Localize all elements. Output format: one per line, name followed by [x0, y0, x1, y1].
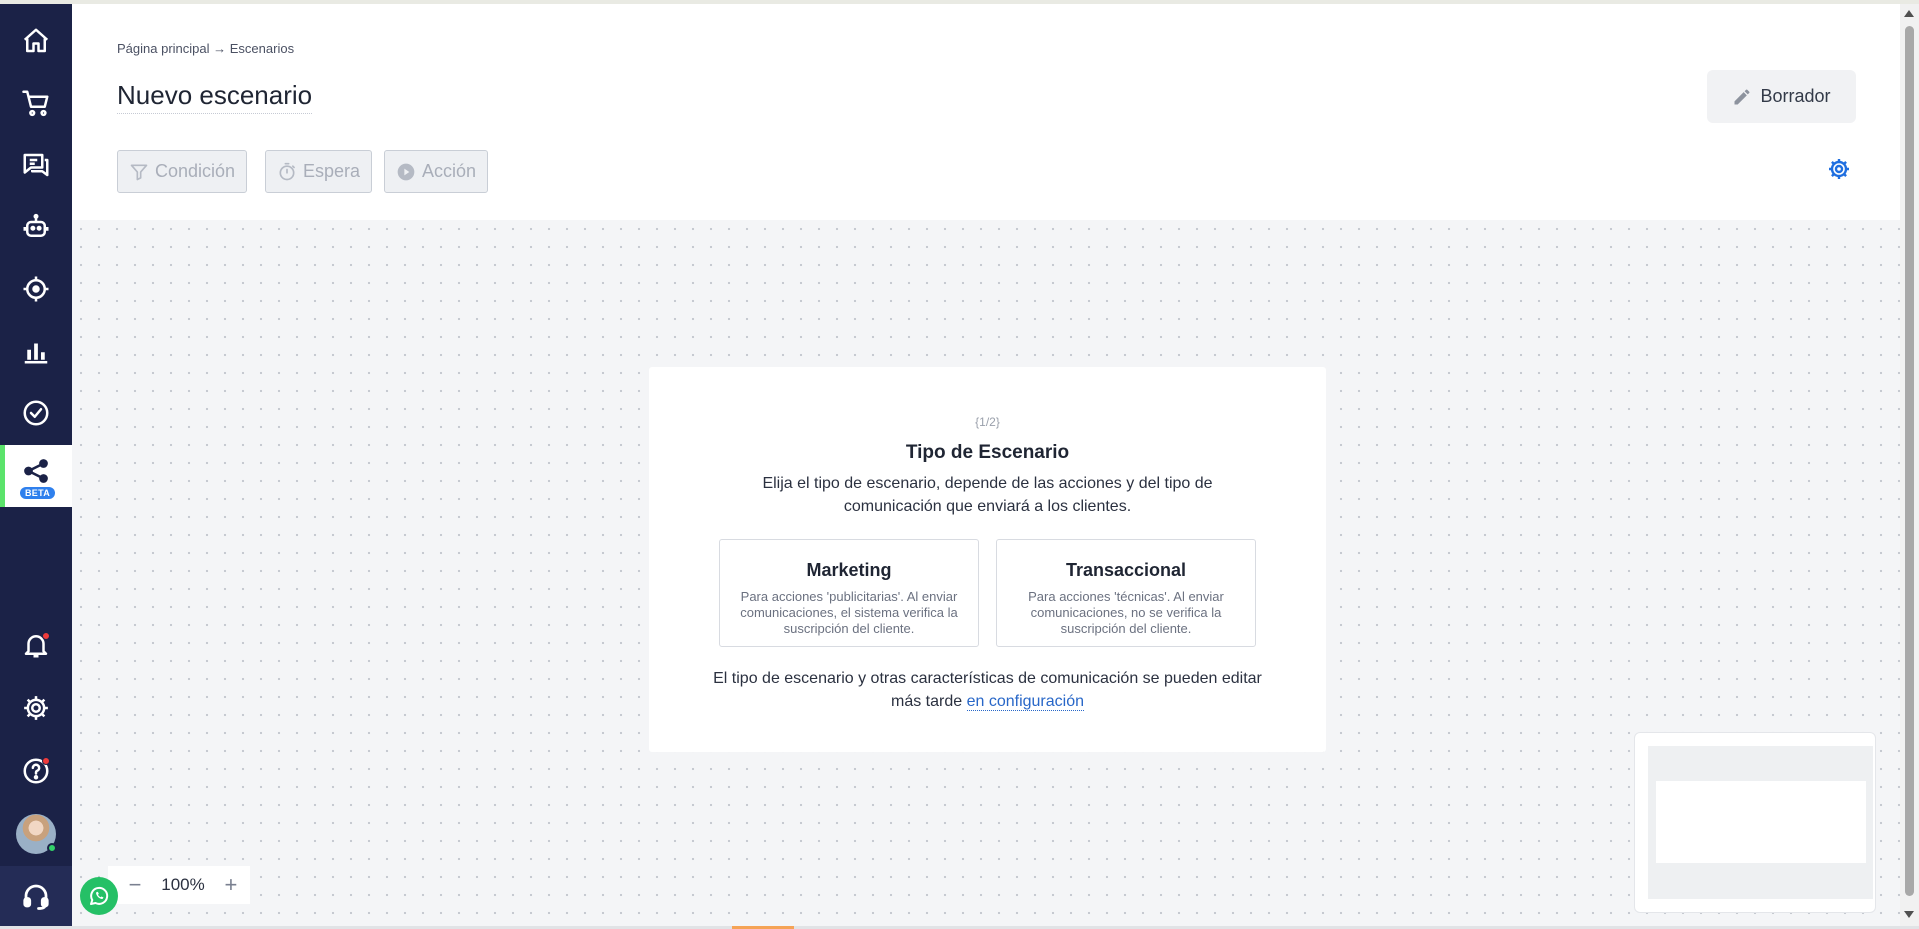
sidebar-item-home[interactable]	[0, 10, 72, 72]
zoom-level: 100%	[161, 875, 205, 894]
bot-icon	[23, 213, 49, 237]
home-icon	[23, 28, 49, 53]
scroll-up-arrow[interactable]	[1904, 10, 1914, 17]
check-circle-icon	[23, 400, 49, 426]
sidebar-item-help[interactable]	[0, 740, 72, 802]
marketing-option-card[interactable]: Marketing Para acciones 'publicitarias'.…	[719, 539, 979, 647]
zoom-in-button[interactable]: +	[220, 872, 242, 897]
sidebar-item-profile[interactable]	[0, 803, 72, 865]
condition-button[interactable]: Condición	[117, 150, 248, 193]
gear-icon	[24, 696, 48, 720]
wait-button[interactable]: Espera	[265, 150, 373, 193]
draft-button-label: Borrador	[1760, 86, 1831, 106]
wait-button-label: Espera	[303, 161, 361, 181]
transactional-title: Transaccional	[1065, 560, 1187, 580]
breadcrumb-home-link[interactable]: Página principal	[117, 41, 210, 56]
target-icon	[23, 276, 49, 302]
whatsapp-icon	[90, 886, 109, 905]
minimap-viewport[interactable]	[1656, 781, 1866, 863]
pencil-icon	[1734, 89, 1750, 104]
breadcrumb-current[interactable]: Escenarios	[230, 41, 294, 56]
online-status-dot	[47, 843, 57, 853]
sidebar-item-analytics[interactable]	[0, 320, 72, 382]
headset-icon	[23, 884, 49, 910]
sidebar: BETA	[0, 4, 72, 926]
avatar	[16, 814, 57, 854]
dialog-description: Elija el tipo de escenario, depende de l…	[762, 475, 1213, 515]
sidebar-item-bots[interactable]	[0, 196, 72, 258]
sidebar-item-notifications[interactable]	[0, 614, 72, 676]
sidebar-item-targeting[interactable]	[0, 258, 72, 320]
marketing-title: Marketing	[806, 560, 892, 580]
stopwatch-icon	[279, 162, 295, 180]
page-title[interactable]: Nuevo escenario	[117, 80, 313, 114]
play-circle-icon	[397, 163, 415, 180]
transactional-option-card[interactable]: Transaccional Para acciones 'técnicas'. …	[996, 539, 1256, 647]
draft-button[interactable]: Borrador	[1707, 70, 1856, 123]
sidebar-item-chats[interactable]	[0, 134, 72, 196]
dialog-footer-note: El tipo de escenario y otras característ…	[709, 667, 1266, 713]
sidebar-item-cart[interactable]	[0, 72, 72, 134]
filter-icon	[130, 164, 148, 180]
scroll-down-arrow[interactable]	[1904, 911, 1914, 918]
marketing-description: Para acciones 'publicitarias'. Al enviar…	[740, 589, 958, 636]
sidebar-item-settings[interactable]	[0, 677, 72, 739]
scroll-thumb[interactable]	[1905, 26, 1914, 896]
scenario-settings-gear-icon[interactable]	[1827, 157, 1851, 181]
notification-dot	[42, 632, 50, 640]
scenario-type-dialog: {1/2} Tipo de Escenario Elija el tipo de…	[649, 367, 1326, 752]
main-panel: Página principal → Escenarios Nuevo esce…	[72, 4, 1900, 926]
bar-chart-icon	[24, 343, 48, 364]
zoom-out-button[interactable]: −	[124, 872, 146, 897]
canvas-minimap[interactable]	[1634, 732, 1876, 913]
share-nodes-icon	[24, 459, 48, 483]
breadcrumb: Página principal → Escenarios	[117, 41, 294, 56]
condition-button-label: Condición	[155, 161, 236, 181]
step-indicator: {1/2}	[975, 415, 1000, 429]
page-scrollbar[interactable]	[1900, 4, 1919, 926]
help-dot	[42, 757, 50, 765]
settings-link[interactable]: en configuración	[966, 693, 1084, 711]
cart-icon	[22, 90, 49, 117]
chat-icon	[23, 153, 49, 177]
beta-badge: BETA	[20, 487, 56, 499]
transactional-description: Para acciones 'técnicas'. Al enviar comu…	[1028, 589, 1224, 636]
action-button-label: Acción	[422, 161, 477, 181]
zoom-control: − 100% +	[108, 866, 250, 904]
whatsapp-chat-button[interactable]	[80, 877, 118, 915]
breadcrumb-separator: →	[213, 41, 227, 56]
dialog-title: Tipo de Escenario	[905, 442, 1070, 463]
minimap-area	[1648, 746, 1873, 899]
sidebar-item-scenarios[interactable]: BETA	[0, 445, 72, 507]
sidebar-item-support[interactable]	[0, 866, 72, 926]
sidebar-item-tasks[interactable]	[0, 382, 72, 444]
action-button[interactable]: Acción	[384, 150, 489, 193]
